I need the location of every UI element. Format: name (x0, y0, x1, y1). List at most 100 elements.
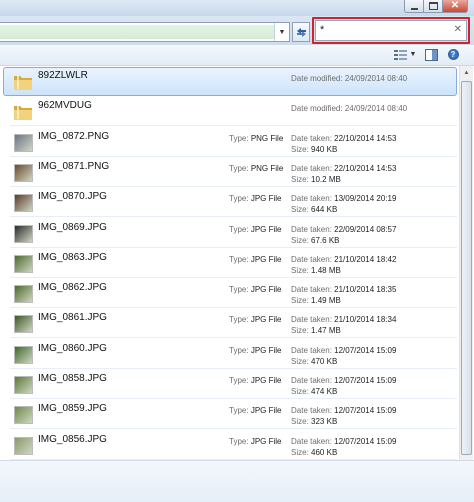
row-separator (10, 428, 457, 429)
minimize-button[interactable] (404, 0, 424, 13)
image-thumbnail (14, 164, 33, 182)
search-box[interactable]: * ✕ (315, 20, 467, 41)
folder-row[interactable]: 892ZLWLR Date modified: 24/09/2014 08:40 (0, 66, 459, 96)
file-type: Type: JPG File (229, 406, 282, 415)
date-taken: Date taken: 13/09/2014 20:19 (291, 194, 397, 203)
file-row[interactable]: IMG_0858.JPG Type: JPG File Date taken: 12… (0, 369, 459, 399)
views-dropdown-button[interactable]: ▼ (409, 48, 417, 61)
file-list: 892ZLWLR Date modified: 24/09/2014 08:40 9… (0, 66, 459, 460)
file-size: Size: 1.48 MB (291, 266, 341, 275)
clear-search-icon[interactable]: ✕ (454, 24, 462, 35)
file-type: Type: JPG File (229, 285, 282, 294)
file-name: 962MVDUG (38, 100, 92, 111)
file-row[interactable]: IMG_0861.JPG Type: JPG File Date taken: 21… (0, 308, 459, 338)
chevron-down-icon: ▼ (409, 51, 417, 58)
maximize-icon (428, 2, 438, 10)
close-button[interactable]: ✕ (442, 0, 468, 13)
views-icon (393, 49, 407, 60)
file-row[interactable]: IMG_0862.JPG Type: JPG File Date taken: 21… (0, 278, 459, 308)
date-taken: Date taken: 22/09/2014 08:57 (291, 225, 397, 234)
file-name: IMG_0863.JPG (38, 252, 107, 263)
file-type: Type: JPG File (229, 437, 282, 446)
date-taken: Date taken: 12/07/2014 15:09 (291, 346, 397, 355)
file-name: IMG_0871.PNG (38, 161, 110, 172)
file-type: Type: JPG File (229, 225, 282, 234)
file-size: Size: 470 KB (291, 357, 338, 366)
maximize-button[interactable] (423, 0, 443, 13)
file-name: IMG_0860.JPG (38, 343, 107, 354)
file-type: Type: JPG File (229, 376, 282, 385)
preview-pane-button[interactable] (424, 48, 438, 61)
file-name: 892ZLWLR (38, 70, 88, 81)
file-name: IMG_0856.JPG (38, 434, 107, 445)
file-row[interactable]: IMG_0872.PNG Type: PNG File Date taken: 22… (0, 127, 459, 157)
address-dropdown-button[interactable]: ▼ (274, 23, 289, 41)
date-modified: Date modified: 24/09/2014 08:40 (291, 74, 408, 83)
file-row[interactable]: IMG_0869.JPG Type: JPG File Date taken: 22… (0, 218, 459, 248)
image-thumbnail (14, 134, 33, 152)
file-row[interactable]: IMG_0871.PNG Type: PNG File Date taken: 22… (0, 157, 459, 187)
refresh-button[interactable] (292, 22, 310, 42)
file-row[interactable]: IMG_0860.JPG Type: JPG File Date taken: 12… (0, 339, 459, 369)
vertical-scrollbar[interactable]: ▲ (459, 66, 473, 460)
file-name: IMG_0869.JPG (38, 222, 107, 233)
file-type: Type: PNG File (229, 164, 284, 173)
window-titlebar: ✕ (0, 0, 474, 16)
file-name: IMG_0859.JPG (38, 403, 107, 414)
image-thumbnail (14, 346, 33, 364)
chevron-up-icon: ▲ (463, 70, 470, 76)
row-separator (10, 337, 457, 338)
image-thumbnail (14, 437, 33, 455)
file-size: Size: 323 KB (291, 417, 338, 426)
image-thumbnail (14, 255, 33, 273)
image-thumbnail (14, 285, 33, 303)
file-size: Size: 10.2 MB (291, 175, 341, 184)
address-bar[interactable]: ▼ (0, 22, 290, 42)
help-button[interactable]: ? (446, 48, 460, 61)
row-separator (10, 125, 457, 126)
file-size: Size: 940 KB (291, 145, 338, 154)
date-modified: Date modified: 24/09/2014 08:40 (291, 104, 408, 113)
file-size: Size: 1.47 MB (291, 326, 341, 335)
file-row[interactable]: IMG_0856.JPG Type: JPG File Date taken: 12… (0, 430, 459, 460)
file-row[interactable]: IMG_0863.JPG Type: JPG File Date taken: 21… (0, 248, 459, 278)
image-thumbnail (14, 315, 33, 333)
file-size: Size: 1.49 MB (291, 296, 341, 305)
file-name: IMG_0861.JPG (38, 312, 107, 323)
views-button[interactable] (392, 48, 408, 61)
search-input[interactable]: * (320, 24, 324, 36)
refresh-icon (296, 27, 306, 37)
folder-icon (14, 75, 32, 90)
image-thumbnail (14, 376, 33, 394)
scroll-up-button[interactable]: ▲ (460, 66, 473, 80)
date-taken: Date taken: 21/10/2014 18:34 (291, 315, 397, 324)
address-bar-progress (0, 25, 275, 39)
window-controls: ✕ (404, 0, 468, 14)
file-type: Type: PNG File (229, 134, 284, 143)
file-row[interactable]: IMG_0859.JPG Type: JPG File Date taken: 12… (0, 399, 459, 429)
image-thumbnail (14, 194, 33, 212)
date-taken: Date taken: 22/10/2014 14:53 (291, 134, 397, 143)
help-icon: ? (447, 49, 459, 60)
scroll-thumb[interactable] (461, 81, 472, 455)
image-thumbnail (14, 406, 33, 424)
folder-icon (14, 105, 32, 120)
file-type: Type: JPG File (229, 315, 282, 324)
file-name: IMG_0870.JPG (38, 191, 107, 202)
file-type: Type: JPG File (229, 346, 282, 355)
file-row[interactable]: IMG_0870.JPG Type: JPG File Date taken: 13… (0, 187, 459, 217)
minimize-icon (410, 7, 418, 10)
date-taken: Date taken: 22/10/2014 14:53 (291, 164, 397, 173)
command-bar: ▼ ? (0, 45, 474, 66)
date-taken: Date taken: 12/07/2014 15:09 (291, 376, 397, 385)
date-taken: Date taken: 12/07/2014 15:09 (291, 437, 397, 446)
date-taken: Date taken: 12/07/2014 15:09 (291, 406, 397, 415)
close-icon: ✕ (450, 0, 460, 11)
file-name: IMG_0872.PNG (38, 131, 110, 142)
file-name: IMG_0858.JPG (38, 373, 107, 384)
date-taken: Date taken: 21/10/2014 18:35 (291, 285, 397, 294)
chevron-down-icon: ▼ (278, 28, 286, 36)
folder-row[interactable]: 962MVDUG Date modified: 24/09/2014 08:40 (0, 96, 459, 126)
file-name: IMG_0862.JPG (38, 282, 107, 293)
file-size: Size: 644 KB (291, 205, 338, 214)
